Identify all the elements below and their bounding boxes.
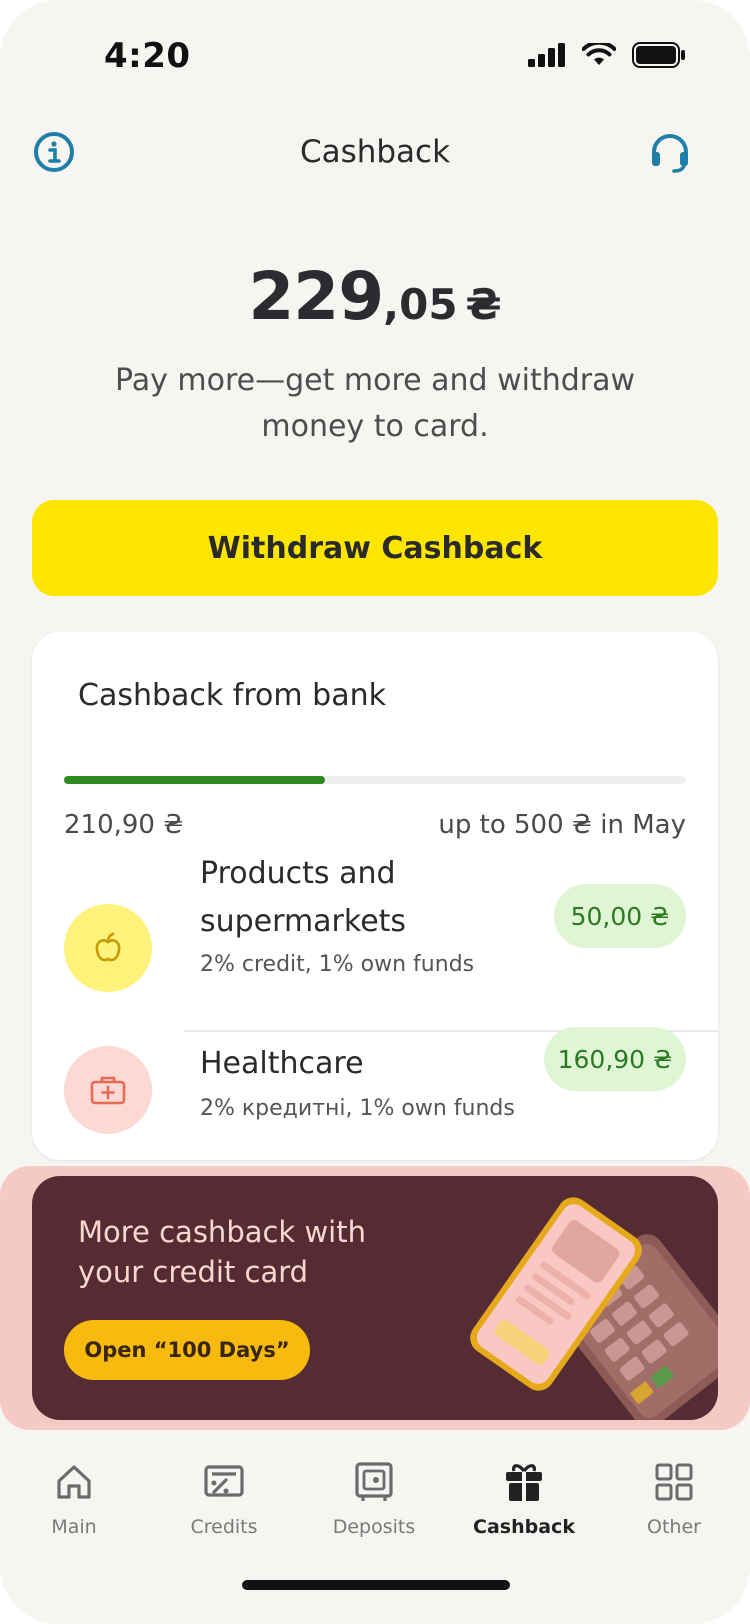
support-headset-icon[interactable] <box>648 130 692 174</box>
signal-icon <box>528 43 565 67</box>
category-name: Healthcare <box>200 1046 364 1081</box>
progress-earned: 210,90 ₴ <box>64 810 184 840</box>
category-conditions: 2% кредитні, 1% own funds <box>200 1096 515 1121</box>
tab-label: Credits <box>190 1516 258 1538</box>
status-icons <box>528 42 686 68</box>
tab-label: Main <box>51 1516 97 1538</box>
category-amount-badge: 160,90 ₴ <box>544 1027 686 1091</box>
tab-credits[interactable]: Credits <box>154 1458 294 1538</box>
apple-icon <box>95 932 121 962</box>
medical-case-icon <box>90 1076 126 1105</box>
progress-bar-fill <box>64 776 326 784</box>
gift-icon <box>506 1464 542 1501</box>
phone-and-terminal-illustration <box>470 1197 718 1420</box>
tab-label: Cashback <box>473 1516 575 1538</box>
tab-other[interactable]: Other <box>604 1458 744 1538</box>
balance-subtitle: Pay more—get more and withdraw money to … <box>114 363 636 444</box>
balance-integer: 229 <box>248 258 384 335</box>
tab-label: Deposits <box>332 1516 416 1538</box>
cashback-balance: 229,05 ₴ <box>0 258 750 335</box>
safe-icon <box>355 1462 393 1501</box>
grid-icon <box>655 1463 693 1501</box>
balance-decimal: ,05 <box>383 280 458 329</box>
open-100-days-button[interactable]: Open “100 Days” <box>64 1320 310 1380</box>
tab-main[interactable]: Main <box>4 1458 144 1538</box>
home-indicator <box>242 1580 510 1590</box>
category-icon-bg <box>64 904 152 992</box>
credit-card-promo-banner[interactable]: More cashback with your credit card Open… <box>32 1176 718 1420</box>
progress-limit: up to 500 ₴ in May <box>438 810 686 840</box>
withdraw-cashback-button[interactable]: Withdraw Cashback <box>32 500 718 596</box>
home-icon <box>57 1465 91 1499</box>
category-amount-badge: 50,00 ₴ <box>554 884 686 948</box>
tab-cashback[interactable]: Cashback <box>454 1458 594 1538</box>
card-title: Cashback from bank <box>78 678 386 713</box>
cashback-progress-bar <box>64 776 686 784</box>
battery-icon <box>632 42 685 68</box>
category-conditions: 2% credit, 1% own funds <box>200 952 475 977</box>
category-icon-bg <box>64 1046 152 1134</box>
status-time: 4:20 <box>104 36 191 76</box>
tab-label: Other <box>647 1516 701 1538</box>
promo-title: More cashback with your credit card <box>78 1215 366 1289</box>
tab-deposits[interactable]: Deposits <box>304 1458 444 1538</box>
balance-currency: ₴ <box>465 280 502 329</box>
wifi-icon <box>582 43 616 65</box>
bottom-tab-bar: Main Credits Deposits Cashback Other <box>0 1430 750 1624</box>
credits-icon <box>204 1465 244 1497</box>
phone-screen: 4:20 Cashback 229,05 ₴ Pay more—get more… <box>0 0 750 1624</box>
category-name: Products and supermarkets <box>200 856 407 939</box>
bank-cashback-card: Cashback from bank 210,90 ₴ up to 500 ₴ … <box>32 632 718 1160</box>
page-title: Cashback <box>299 134 451 170</box>
